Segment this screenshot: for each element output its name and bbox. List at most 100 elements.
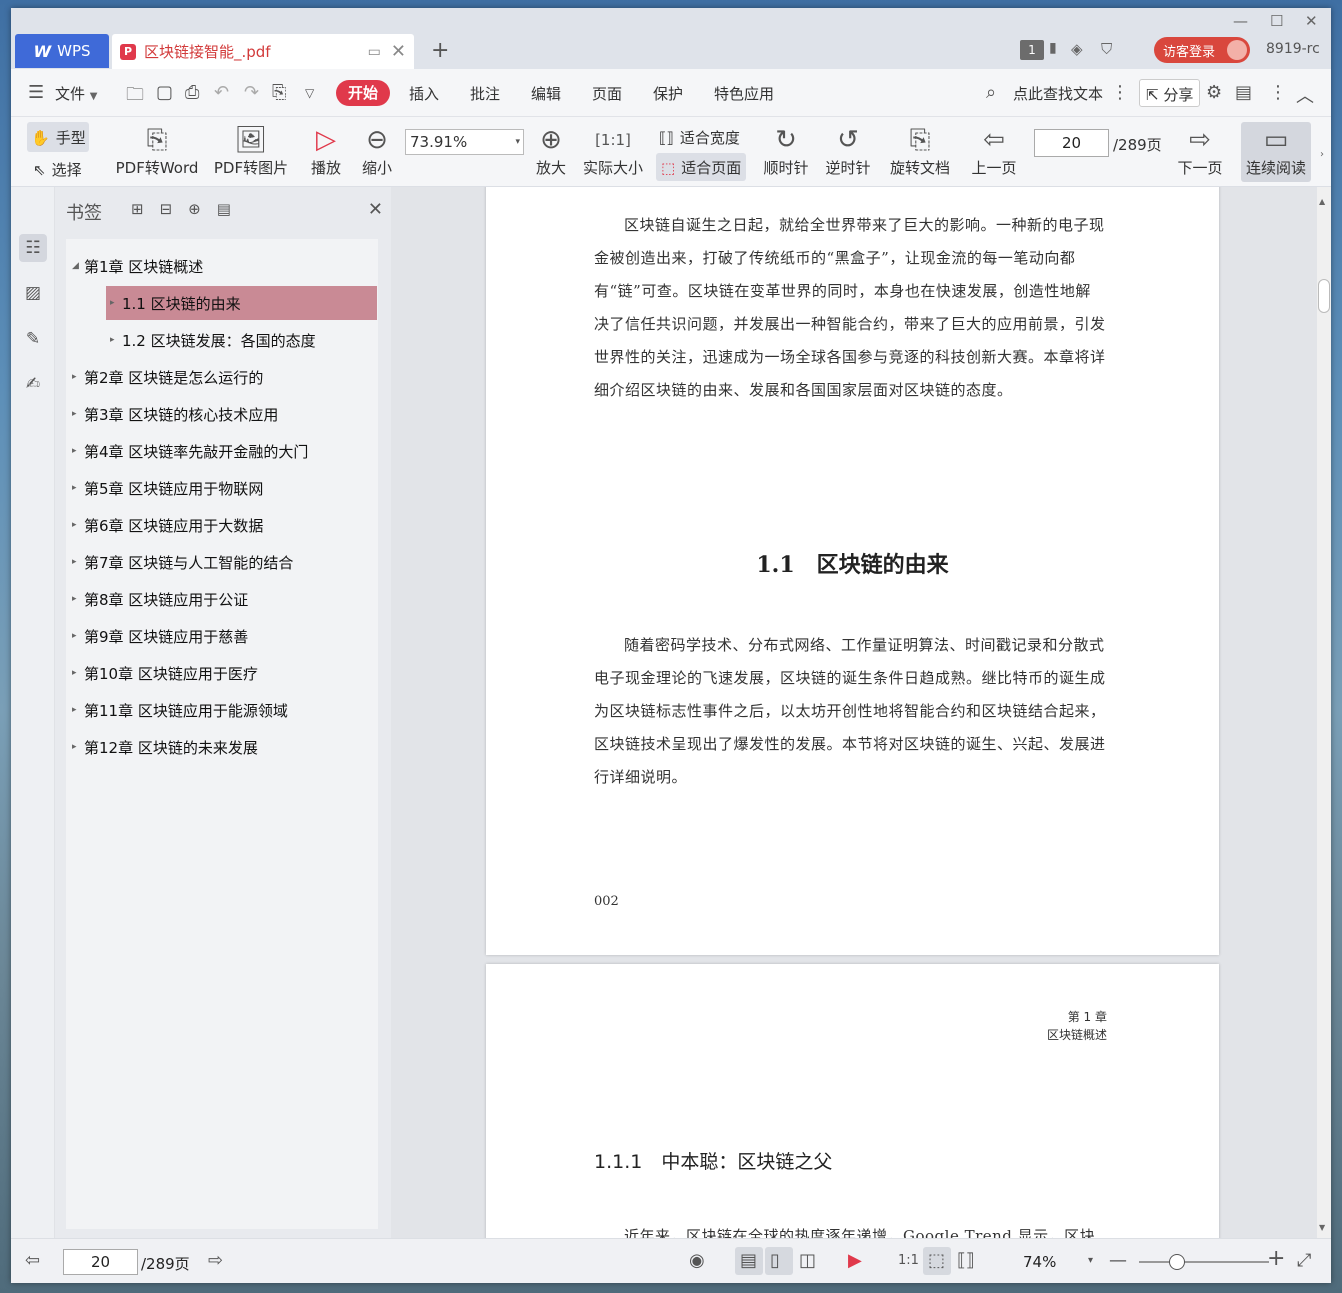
prev-page-button[interactable]: ⇦ 上一页 bbox=[969, 123, 1019, 178]
minimize-icon[interactable]: — bbox=[1233, 12, 1248, 30]
zoom-in-icon[interactable]: + bbox=[1267, 1246, 1285, 1271]
fit-page-icon[interactable]: ⬚ bbox=[928, 1250, 945, 1271]
eye-protection-icon[interactable]: ◉ bbox=[689, 1250, 705, 1271]
fit-page-button[interactable]: ⬚ 适合页面 bbox=[661, 157, 741, 178]
scrollbar-thumb[interactable] bbox=[1318, 279, 1330, 313]
next-page-button[interactable]: ⇨ 下一页 bbox=[1175, 123, 1225, 178]
tab-start[interactable]: 开始 bbox=[336, 80, 390, 106]
list-item[interactable]: ▸ 第12章 区块链的未来发展 bbox=[72, 730, 258, 764]
list-item[interactable]: ▸ 第2章 区块链是怎么运行的 bbox=[72, 360, 263, 394]
search-icon[interactable]: ⌕ bbox=[986, 82, 996, 103]
collapsed-triangle-icon[interactable]: ▸ bbox=[72, 446, 84, 456]
annotation-icon[interactable]: ✎ bbox=[19, 325, 47, 353]
fullscreen-icon[interactable]: ⤢ bbox=[1297, 1250, 1311, 1271]
page-number-input[interactable]: 20 bbox=[1034, 129, 1109, 157]
hand-tool-button[interactable]: ✋ 手型 bbox=[31, 127, 86, 148]
pdf-to-image-button[interactable]: 🖼 PDF转图片 bbox=[210, 123, 292, 178]
bookmark-settings-icon[interactable]: ▤ bbox=[217, 200, 231, 218]
expand-all-icon[interactable]: ⊞ bbox=[131, 200, 144, 218]
rotate-document-button[interactable]: ⎘ 旋转文档 bbox=[887, 123, 953, 178]
maximize-icon[interactable]: ☐ bbox=[1270, 12, 1283, 30]
more-vertical-icon[interactable]: ⋮ bbox=[1111, 82, 1129, 103]
collapse-all-icon[interactable]: ⊟ bbox=[160, 200, 173, 218]
ribbon-scroll-right-icon[interactable]: › bbox=[1320, 149, 1324, 160]
tab-special[interactable]: 特色应用 bbox=[714, 83, 774, 104]
collapsed-triangle-icon[interactable]: ▸ bbox=[72, 705, 84, 715]
tab-annotate[interactable]: 批注 bbox=[470, 83, 500, 104]
fit-width-button[interactable]: ⟦⟧ 适合宽度 bbox=[659, 127, 740, 148]
select-tool-button[interactable]: ⇖ 选择 bbox=[33, 159, 82, 180]
tab-protect[interactable]: 保护 bbox=[653, 83, 683, 104]
guest-login-button[interactable]: 访客登录 bbox=[1154, 37, 1250, 63]
document-viewer[interactable]: 区块链自诞生之日起，就给全世界带来了巨大的影响。一种新的电子现金被创造出来，打破… bbox=[391, 187, 1317, 1238]
new-tab-icon[interactable]: + bbox=[431, 38, 449, 63]
fit-width-icon[interactable]: ⟦⟧ bbox=[957, 1250, 975, 1271]
list-item[interactable]: ▸ 第6章 区块链应用于大数据 bbox=[72, 508, 263, 542]
list-item[interactable]: ▸ 第4章 区块链率先敲开金融的大门 bbox=[72, 434, 308, 468]
bookmark-panel-icon[interactable]: ☷ bbox=[19, 234, 47, 262]
tab-edit[interactable]: 编辑 bbox=[531, 83, 561, 104]
zoom-dropdown-icon[interactable]: ▾ bbox=[1088, 1255, 1093, 1266]
tab-page[interactable]: 页面 bbox=[592, 83, 622, 104]
zoom-select[interactable]: 73.91% ▾ bbox=[405, 129, 524, 155]
window-count-badge[interactable]: 1 bbox=[1020, 40, 1044, 60]
play-slideshow-icon[interactable]: ▶ bbox=[848, 1250, 862, 1271]
actual-size-icon[interactable]: 1:1 bbox=[898, 1253, 919, 1268]
status-page-input[interactable]: 20 bbox=[63, 1249, 138, 1275]
collapsed-triangle-icon[interactable]: ▸ bbox=[72, 557, 84, 567]
search-text[interactable]: 点此查找文本 bbox=[1013, 83, 1103, 104]
comment-icon[interactable]: ▤ bbox=[1235, 82, 1252, 103]
zoom-slider-knob[interactable] bbox=[1169, 1254, 1185, 1270]
signature-icon[interactable]: ✍ bbox=[19, 370, 47, 398]
wps-home-tab[interactable]: W WPS bbox=[15, 34, 109, 68]
play-button[interactable]: ▷ 播放 bbox=[306, 123, 346, 178]
export-icon[interactable]: ⎘ bbox=[272, 82, 286, 103]
print-icon[interactable]: ⎙ bbox=[185, 82, 199, 103]
close-icon[interactable]: ✕ bbox=[368, 199, 383, 220]
collapsed-triangle-icon[interactable]: ▸ bbox=[72, 483, 84, 493]
share-button[interactable]: ⇱ 分享 bbox=[1139, 79, 1201, 107]
prev-page-icon[interactable]: ⇦ bbox=[25, 1250, 40, 1271]
list-item[interactable]: ▸ 第8章 区块链应用于公证 bbox=[72, 582, 248, 616]
list-item[interactable]: ▸ 第3章 区块链的核心技术应用 bbox=[72, 397, 278, 431]
file-menu[interactable]: 文件 ▼ bbox=[55, 83, 98, 104]
list-item[interactable]: ▸ 1.2 区块链发展：各国的态度 bbox=[110, 323, 316, 357]
vertical-scrollbar[interactable]: ▲ ▼ bbox=[1317, 187, 1331, 1238]
more-options-icon[interactable]: ⋮ bbox=[1269, 82, 1287, 103]
scroll-up-icon[interactable]: ▲ bbox=[1319, 197, 1325, 206]
collapsed-triangle-icon[interactable]: ▸ bbox=[72, 594, 84, 604]
zoom-in-button[interactable]: ⊕ 放大 bbox=[531, 123, 571, 178]
list-item[interactable]: ▸ 1.1 区块链的由来 bbox=[106, 286, 377, 320]
open-folder-icon[interactable]: 🗀 bbox=[126, 82, 144, 112]
collapsed-triangle-icon[interactable]: ▸ bbox=[72, 668, 84, 678]
list-item[interactable]: ▸ 第5章 区块链应用于物联网 bbox=[72, 471, 263, 505]
save-icon[interactable]: ▢ bbox=[156, 82, 173, 103]
thumbnail-icon[interactable]: ▨ bbox=[19, 279, 47, 307]
expanded-triangle-icon[interactable]: ◢ bbox=[72, 261, 84, 271]
list-item[interactable]: ▸ 第10章 区块链应用于医疗 bbox=[72, 656, 258, 690]
continuous-read-button[interactable]: ▭ 连续阅读 bbox=[1244, 123, 1308, 178]
scroll-down-icon[interactable]: ▼ bbox=[1319, 1223, 1325, 1232]
skin-icon[interactable]: ◈ bbox=[1071, 40, 1083, 58]
redo-icon[interactable]: ↷ bbox=[244, 82, 259, 103]
undo-icon[interactable]: ↶ bbox=[214, 82, 229, 103]
pin-tab-icon[interactable]: ▭ bbox=[368, 44, 381, 60]
rotate-clockwise-button[interactable]: ↻ 顺时针 bbox=[761, 123, 811, 178]
list-item[interactable]: ◢ 第1章 区块链概述 bbox=[72, 249, 203, 283]
close-window-icon[interactable]: ✕ bbox=[1305, 12, 1318, 30]
list-item[interactable]: ▸ 第7章 区块链与人工智能的结合 bbox=[72, 545, 293, 579]
zoom-out-icon[interactable]: — bbox=[1109, 1250, 1127, 1271]
collapse-ribbon-icon[interactable]: ︿ bbox=[1296, 82, 1314, 108]
list-item[interactable]: ▸ 第11章 区块链应用于能源领域 bbox=[72, 693, 288, 727]
collapsed-triangle-icon[interactable]: ▸ bbox=[72, 372, 84, 382]
shirt-icon[interactable]: ⛉ bbox=[1101, 40, 1112, 58]
tab-insert[interactable]: 插入 bbox=[409, 83, 439, 104]
collapsed-triangle-icon[interactable]: ▸ bbox=[110, 298, 122, 308]
actual-size-button[interactable]: [1:1] 实际大小 bbox=[581, 123, 645, 178]
two-page-icon[interactable]: ◫ bbox=[799, 1250, 816, 1271]
collapsed-triangle-icon[interactable]: ▸ bbox=[72, 520, 84, 530]
layout-icon[interactable]: ▮ bbox=[1049, 40, 1057, 56]
more-dropdown-icon[interactable]: ▽ bbox=[305, 86, 314, 100]
rotate-counterclockwise-button[interactable]: ↺ 逆时针 bbox=[823, 123, 873, 178]
settings-icon[interactable]: ⚙ bbox=[1206, 82, 1222, 103]
